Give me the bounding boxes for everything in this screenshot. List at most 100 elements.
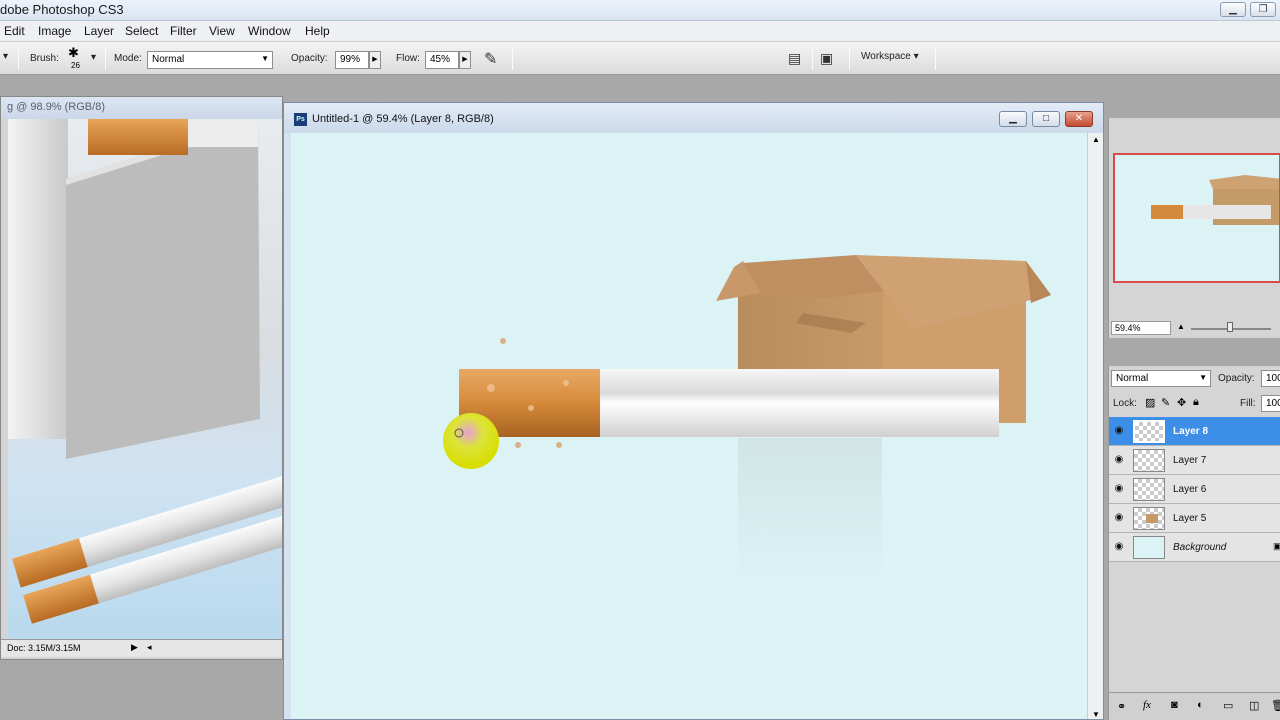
flow-slider-arrow-icon[interactable]: ▶ [459,51,471,69]
menu-window[interactable]: Window [248,24,291,38]
eye-icon[interactable]: ◉ [1113,542,1125,552]
divider [812,48,813,70]
layer-name: Layer 7 [1173,455,1207,466]
eye-icon[interactable]: ◉ [1113,484,1125,494]
photoshop-doc-icon: Ps [294,113,307,126]
box-thumbnail-shape [1146,514,1158,523]
options-bar: ▾ Brush: ✱ 26 ▾ Mode: Normal ▼ Opacity: … [0,42,1280,75]
menu-select[interactable]: Select [125,24,158,38]
navigator-zoom-field[interactable]: 59.4% [1111,321,1171,335]
minimize-button[interactable]: ▁ [1220,2,1246,17]
bridge-icon[interactable]: ▣ [820,50,833,67]
menu-view[interactable]: View [209,24,235,38]
brush-label: Brush: [30,53,59,64]
new-group-icon[interactable]: ▭ [1223,699,1233,712]
tool-preset-arrow-icon[interactable]: ▾ [3,51,8,62]
lock-move-icon[interactable]: ✥ [1177,396,1186,409]
fill-input[interactable]: 100% [1261,395,1280,412]
zoom-out-icon[interactable]: ▲ [1177,322,1185,331]
layer-thumbnail [1133,420,1165,443]
lock-all-icon[interactable]: 🔒︎ [1193,396,1199,409]
restore-button[interactable]: ❐ [1250,2,1276,17]
scroll-left-icon[interactable]: ◂ [147,642,152,653]
lock-label: Lock: [1113,398,1137,409]
trash-icon[interactable]: 🗑︎ [1271,699,1280,712]
mode-label: Mode: [114,53,142,64]
layer-thumbnail [1133,507,1165,530]
workspace-label: Workspace [861,51,911,62]
layer-row-background[interactable]: ◉ Background ▣ [1109,533,1280,562]
left-document-canvas[interactable] [8,119,282,639]
palette-well-icon[interactable]: ▤ [788,50,801,67]
left-status-bar: Doc: 3.15M/3.15M ▶ ◂ [1,639,282,657]
divider [512,48,513,70]
layer-row-layer-7[interactable]: ◉ Layer 7 [1109,446,1280,475]
layers-panel-toolbar: ⚭ fx ◙ ◐ ▭ ◫ 🗑︎ [1109,692,1280,720]
fill-label: Fill: [1240,398,1256,409]
lock-paint-icon[interactable]: ✎ [1161,396,1170,409]
main-artwork [443,255,1051,588]
left-document-title: g @ 98.9% (RGB/8) [1,97,282,119]
main-canvas[interactable] [291,133,1087,719]
divider [935,48,936,70]
new-layer-icon[interactable]: ◫ [1249,699,1259,712]
navigator-preview [1151,175,1279,225]
lock-transparency-icon[interactable]: ▨ [1145,396,1155,409]
layer-name: Layer 5 [1173,513,1207,524]
layer-thumbnail [1133,478,1165,501]
airbrush-icon[interactable]: ✎ [484,49,497,69]
lock-icon: ▣ [1273,541,1280,551]
brush-picker-arrow-icon[interactable]: ▾ [91,52,96,63]
link-layers-icon[interactable]: ⚭ [1117,700,1126,713]
chevron-down-icon: ▼ [1199,373,1207,382]
doc-maximize-button[interactable]: □ [1032,111,1060,127]
layer-thumbnail [1133,449,1165,472]
left-document-window[interactable]: g @ 98.9% (RGB/8) Doc: 3.15M/3.15M ▶ ◂ [0,96,283,660]
main-document-title: Untitled-1 @ 59.4% (Layer 8, RGB/8) [312,113,494,125]
eye-icon[interactable]: ◉ [1113,513,1125,523]
main-document-window[interactable]: Ps Untitled-1 @ 59.4% (Layer 8, RGB/8) ▁… [283,102,1104,720]
adjustment-layer-icon[interactable]: ◐ [1197,699,1204,711]
status-arrow-icon[interactable]: ▶ [131,642,138,653]
menu-edit[interactable]: Edit [4,24,25,38]
mode-value: Normal [152,54,185,65]
chevron-down-icon: ▼ [261,54,269,63]
layer-name: Background [1173,542,1227,553]
navigator-panel: 59.4% ▲ [1108,118,1280,338]
scroll-up-icon[interactable]: ▲ [1092,135,1100,144]
brush-cursor [443,413,499,469]
brush-tip-icon[interactable]: ✱ [68,45,79,61]
layer-name: Layer 6 [1173,484,1207,495]
blend-mode-value: Normal [1116,373,1149,384]
navigator-thumbnail[interactable] [1113,153,1280,283]
opacity-label: Opacity: [291,53,328,64]
doc-close-button[interactable]: ✕ [1065,111,1093,127]
workspace-menu[interactable]: Workspace ▾ [861,51,919,62]
flow-input[interactable]: 45% [425,51,459,69]
opacity-input[interactable]: 99% [335,51,369,69]
add-mask-icon[interactable]: ◙ [1171,699,1178,711]
menu-layer[interactable]: Layer [84,24,114,38]
doc-size: Doc: 3.15M/3.15M [7,643,81,653]
main-document-caption: Ps Untitled-1 @ 59.4% (Layer 8, RGB/8) ▁… [284,103,1103,133]
menu-image[interactable]: Image [38,24,71,38]
doc-minimize-button[interactable]: ▁ [999,111,1027,127]
fx-icon[interactable]: fx [1143,699,1151,711]
layer-row-layer-8[interactable]: ◉ Layer 8 [1109,417,1280,446]
layer-row-layer-6[interactable]: ◉ Layer 6 [1109,475,1280,504]
zoom-slider-thumb[interactable] [1227,322,1233,332]
layer-row-layer-5[interactable]: ◉ Layer 5 [1109,504,1280,533]
menu-help[interactable]: Help [305,24,330,38]
eye-icon[interactable]: ◉ [1113,426,1125,436]
vertical-scrollbar[interactable]: ▲ ▼ [1087,133,1103,719]
menu-filter[interactable]: Filter [170,24,197,38]
eye-icon[interactable]: ◉ [1113,455,1125,465]
blend-mode-select[interactable]: Normal ▼ [1111,370,1211,387]
left-artwork [8,119,282,624]
menu-bar: Edit Image Layer Select Filter View Wind… [0,21,1280,42]
scroll-down-icon[interactable]: ▼ [1092,710,1100,719]
layer-opacity-input[interactable]: 100% [1261,370,1280,387]
flow-label: Flow: [396,53,420,64]
mode-select[interactable]: Normal ▼ [147,51,273,69]
opacity-slider-arrow-icon[interactable]: ▶ [369,51,381,69]
